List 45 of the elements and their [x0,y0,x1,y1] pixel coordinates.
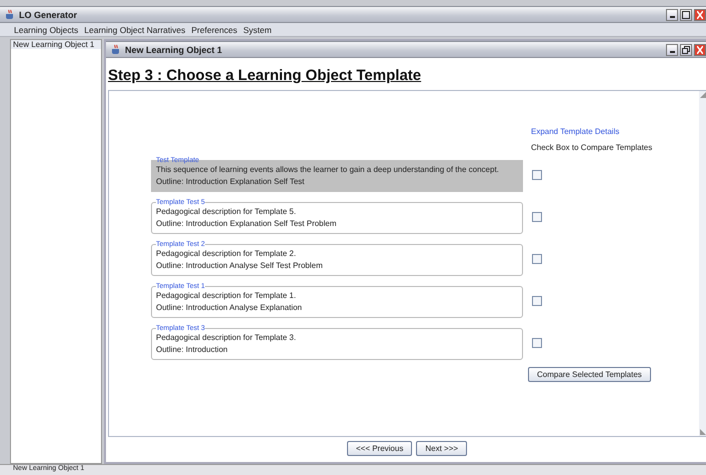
template-description: Pedagogical description for Template 1. [156,290,297,302]
inner-window-title: New Learning Object 1 [125,44,222,54]
nav-button[interactable]: Next >>> [416,441,468,456]
maximize-button[interactable] [680,8,692,20]
step-heading: Step 3 : Choose a Learning Object Template [108,67,422,84]
menu-item[interactable]: Learning Object Narratives [84,24,186,34]
close-button[interactable] [694,44,706,56]
restore-icon [682,46,690,54]
template-outline: Outline: Introduction Analyse Self Test Problem [156,260,324,272]
template-outline: Outline: Introduction Explanation Self Test Problem [156,218,338,230]
cup-icon [110,44,122,55]
close-icon [697,10,703,18]
compare-checkbox[interactable] [532,338,542,348]
template-description: This sequence of learning events allows the learner to gain a deep understanding of the concept. [156,164,500,176]
minimize-icon [670,51,674,53]
menu-item[interactable]: Learning Objects [14,24,78,34]
compare-checkbox[interactable] [532,254,542,264]
close-button[interactable] [694,8,706,20]
menu-item[interactable]: System [243,24,272,34]
template-outline: Outline: Introduction Analyse Explanation [156,302,303,314]
compare-checkbox[interactable] [532,170,542,180]
close-icon [697,46,703,54]
template-description: Pedagogical description for Template 2. [156,248,297,260]
cup-icon [4,9,16,20]
compare-button[interactable]: Compare Selected Templates [528,367,651,382]
window-title: LO Generator [19,10,78,20]
scroll-up-icon [700,92,706,98]
minimize-button[interactable] [666,44,678,56]
compare-checkbox[interactable] [532,212,542,222]
scroll-down-icon [700,429,706,435]
template-description: Pedagogical description for Template 3. [156,332,297,344]
compare-checkbox[interactable] [532,296,542,306]
menu-item[interactable]: Preferences [191,24,238,34]
minimize-button[interactable] [666,8,678,20]
sidebar-item[interactable]: New Learning Object 1 [11,40,101,49]
minimize-icon [670,16,674,18]
compare-hint: Check Box to Compare Templates [531,143,652,152]
template-outline: Outline: Introduction Explanation Self Test [156,176,306,188]
template-description: Pedagogical description for Template 5. [156,206,297,218]
scroll-bar[interactable] [699,91,706,436]
expand-details-link[interactable]: Expand Template Details [531,127,652,136]
restore-button[interactable] [680,44,692,56]
maximize-icon [682,10,690,18]
nav-button[interactable]: <<< Previous [346,441,412,456]
template-outline: Outline: Introduction [156,344,229,356]
